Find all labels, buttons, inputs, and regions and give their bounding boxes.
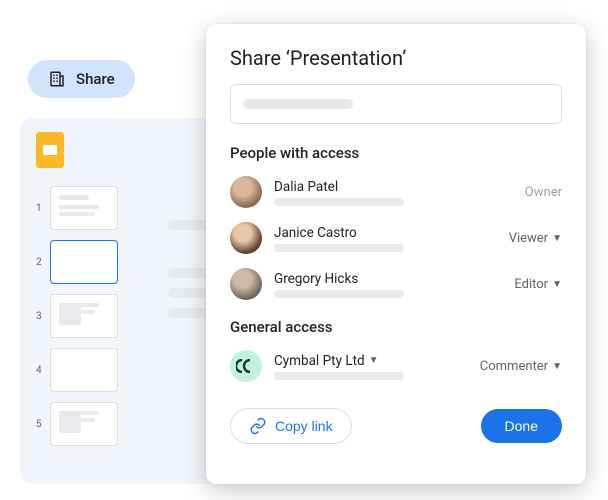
- person-info: Janice Castro: [274, 225, 497, 252]
- org-info: Cymbal Pty Ltd ▼: [274, 353, 468, 380]
- person-name: Gregory Hicks: [274, 271, 502, 287]
- dialog-actions: Copy link Done: [230, 408, 562, 444]
- role-dropdown[interactable]: Editor ▼: [514, 277, 562, 292]
- person-name: Dalia Patel: [274, 179, 513, 195]
- person-row[interactable]: Gregory Hicks Editor ▼: [230, 264, 562, 310]
- person-name: Janice Castro: [274, 225, 497, 241]
- copy-link-button[interactable]: Copy link: [230, 408, 352, 444]
- chevron-down-icon[interactable]: ▼: [369, 355, 379, 366]
- org-name: Cymbal Pty Ltd: [274, 353, 365, 369]
- copy-link-label: Copy link: [275, 418, 333, 434]
- avatar: [230, 222, 262, 254]
- org-desc-skeleton: [274, 372, 404, 380]
- role-dropdown[interactable]: Viewer ▼: [509, 231, 562, 246]
- people-with-access-heading: People with access: [230, 144, 562, 162]
- add-people-input[interactable]: [230, 84, 562, 124]
- general-access-heading: General access: [230, 318, 562, 336]
- person-info: Gregory Hicks: [274, 271, 502, 298]
- org-avatar: [230, 350, 262, 382]
- chevron-down-icon: ▼: [552, 361, 562, 372]
- share-chip[interactable]: Share: [28, 60, 135, 98]
- person-email-skeleton: [274, 198, 404, 206]
- avatar: [230, 268, 262, 300]
- done-button[interactable]: Done: [481, 409, 562, 443]
- cymbal-logo-icon: [236, 359, 256, 373]
- person-email-skeleton: [274, 290, 404, 298]
- slides-logo-icon: [36, 132, 64, 168]
- share-dialog: Share ‘Presentation’ People with access …: [206, 24, 586, 484]
- general-access-row[interactable]: Cymbal Pty Ltd ▼ Commenter ▼: [230, 346, 562, 392]
- dialog-title: Share ‘Presentation’: [230, 46, 562, 70]
- chevron-down-icon: ▼: [552, 279, 562, 290]
- role-dropdown[interactable]: Commenter ▼: [480, 359, 562, 374]
- role-label: Owner: [525, 185, 562, 200]
- chevron-down-icon: ▼: [552, 233, 562, 244]
- avatar: [230, 176, 262, 208]
- input-placeholder-skeleton: [243, 99, 353, 109]
- share-chip-label: Share: [76, 70, 115, 88]
- person-info: Dalia Patel: [274, 179, 513, 206]
- person-row[interactable]: Janice Castro Viewer ▼: [230, 218, 562, 264]
- person-row[interactable]: Dalia Patel Owner: [230, 172, 562, 218]
- person-email-skeleton: [274, 244, 404, 252]
- building-icon: [48, 70, 66, 88]
- link-icon: [249, 417, 267, 435]
